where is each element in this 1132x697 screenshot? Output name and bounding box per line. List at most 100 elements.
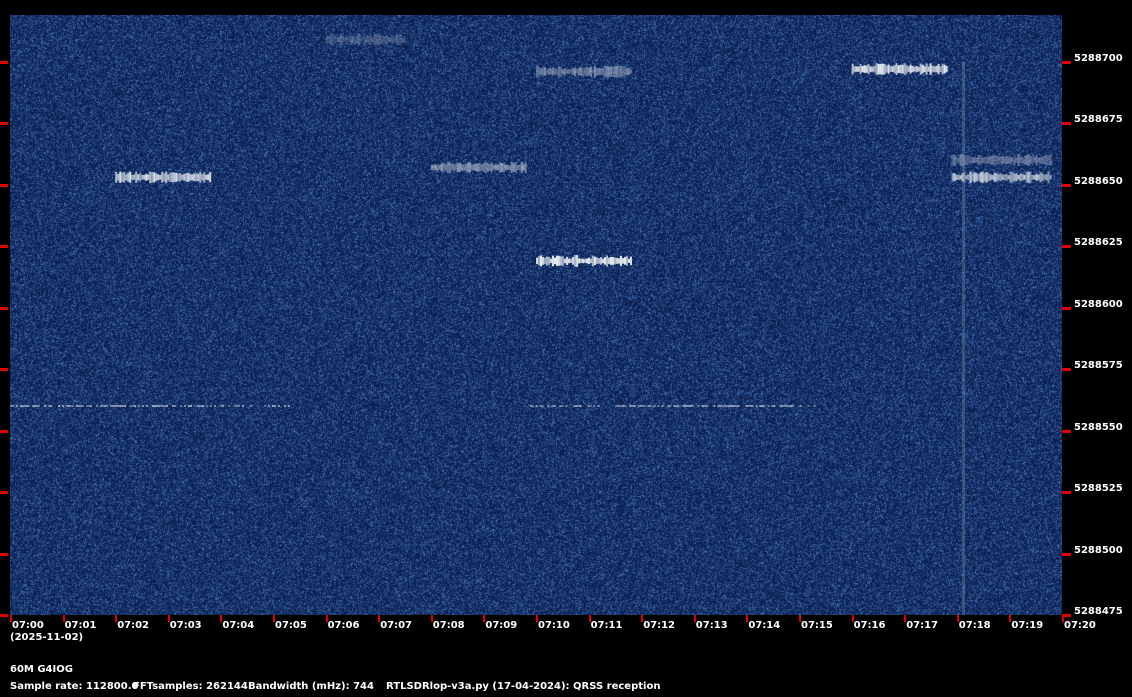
signal-segment xyxy=(584,67,586,75)
signal-segment xyxy=(156,405,158,407)
signal-segment xyxy=(566,257,568,265)
signal-segment xyxy=(737,405,739,407)
signal-segment xyxy=(759,405,761,407)
signal-segment xyxy=(548,257,550,265)
signal-segment xyxy=(570,259,572,263)
signal-segment xyxy=(602,68,604,75)
y-tick-right xyxy=(1062,245,1071,248)
signal-segment xyxy=(284,405,286,407)
signal-segment xyxy=(493,165,495,169)
signal-segment xyxy=(996,173,998,181)
signal-segment xyxy=(1026,155,1028,165)
signal-segment xyxy=(138,405,140,407)
signal-segment xyxy=(451,164,453,170)
signal-segment xyxy=(894,65,896,73)
signal-segment xyxy=(364,34,366,46)
signal-segment xyxy=(443,163,445,172)
signal-segment xyxy=(550,68,552,74)
x-tick-label: 07:17 xyxy=(906,620,938,631)
signal-segment xyxy=(404,36,406,43)
signal-segment xyxy=(513,163,515,171)
signal-segment xyxy=(551,405,553,407)
signal-segment xyxy=(604,257,606,264)
signal-segment xyxy=(922,65,924,74)
signal-segment xyxy=(972,157,974,162)
signal-trace xyxy=(852,63,948,75)
signal-segment xyxy=(390,37,392,41)
signal-segment xyxy=(854,66,856,72)
signal-segment xyxy=(960,175,962,179)
signal-segment xyxy=(908,66,910,72)
signal-segment xyxy=(191,174,193,180)
signal-segment xyxy=(62,405,64,407)
signal-segment xyxy=(546,69,548,73)
date-label: (2025-11-02) xyxy=(10,632,83,643)
signal-segment xyxy=(114,405,116,407)
signal-segment xyxy=(673,405,675,407)
signal-segment xyxy=(402,37,404,41)
signal-segment xyxy=(592,69,594,73)
signal-segment xyxy=(878,64,880,75)
signal-segment xyxy=(618,258,620,263)
signal-segment xyxy=(1048,171,1050,183)
signal-segment xyxy=(974,172,976,182)
signal-segment xyxy=(998,174,1000,180)
signal-segment xyxy=(501,163,503,172)
signal-segment xyxy=(926,63,928,74)
signal-segment xyxy=(538,67,540,77)
signal-segment xyxy=(608,258,610,264)
signal-segment xyxy=(725,405,727,407)
signal-segment xyxy=(735,405,737,407)
signal-segment xyxy=(928,66,930,71)
signal-segment xyxy=(330,34,332,45)
signal-segment xyxy=(28,405,30,407)
signal-segment xyxy=(160,405,162,407)
signal-segment xyxy=(184,405,186,407)
signal-segment xyxy=(761,405,763,407)
signal-segment xyxy=(785,405,787,407)
signal-segment xyxy=(1014,174,1016,182)
signal-segment xyxy=(121,173,123,182)
signal-segment xyxy=(986,156,988,163)
signal-segment xyxy=(799,405,801,407)
signal-segment xyxy=(189,174,191,181)
signal-segment xyxy=(197,174,199,181)
signal-segment xyxy=(623,405,625,407)
signal-segment xyxy=(523,164,525,171)
signal-segment xyxy=(117,174,119,181)
signal-segment xyxy=(180,405,182,407)
signal-segment xyxy=(195,173,197,181)
signal-segment xyxy=(1030,157,1032,164)
signal-segment xyxy=(604,66,606,77)
signal-segment xyxy=(697,405,699,407)
signal-segment xyxy=(594,66,596,77)
signal-segment xyxy=(553,405,555,407)
signal-segment xyxy=(228,405,230,407)
signal-segment xyxy=(206,405,208,407)
signal-segment xyxy=(485,162,487,173)
y-tick-label: 5288675 xyxy=(1074,114,1123,125)
signal-segment xyxy=(199,172,201,183)
signal-segment xyxy=(606,256,608,267)
signal-segment xyxy=(453,164,455,172)
signal-segment xyxy=(984,157,986,164)
signal-segment xyxy=(80,405,82,407)
signal-segment xyxy=(542,67,544,77)
signal-segment xyxy=(1012,172,1014,183)
signal-segment xyxy=(236,405,238,407)
signal-segment xyxy=(578,68,580,75)
signal-segment xyxy=(152,405,154,407)
signal-segment xyxy=(564,259,566,264)
signal-segment xyxy=(978,174,980,181)
signal-segment xyxy=(127,173,129,182)
signal-segment xyxy=(884,64,886,75)
signal-segment xyxy=(994,154,996,166)
signal-segment xyxy=(982,157,984,162)
signal-segment xyxy=(976,173,978,181)
signal-segment xyxy=(125,174,127,180)
signal-segment xyxy=(574,255,576,267)
signal-segment xyxy=(996,156,998,165)
signal-segment xyxy=(141,175,143,180)
signal-segment xyxy=(106,405,108,407)
signal-segment xyxy=(616,258,618,264)
